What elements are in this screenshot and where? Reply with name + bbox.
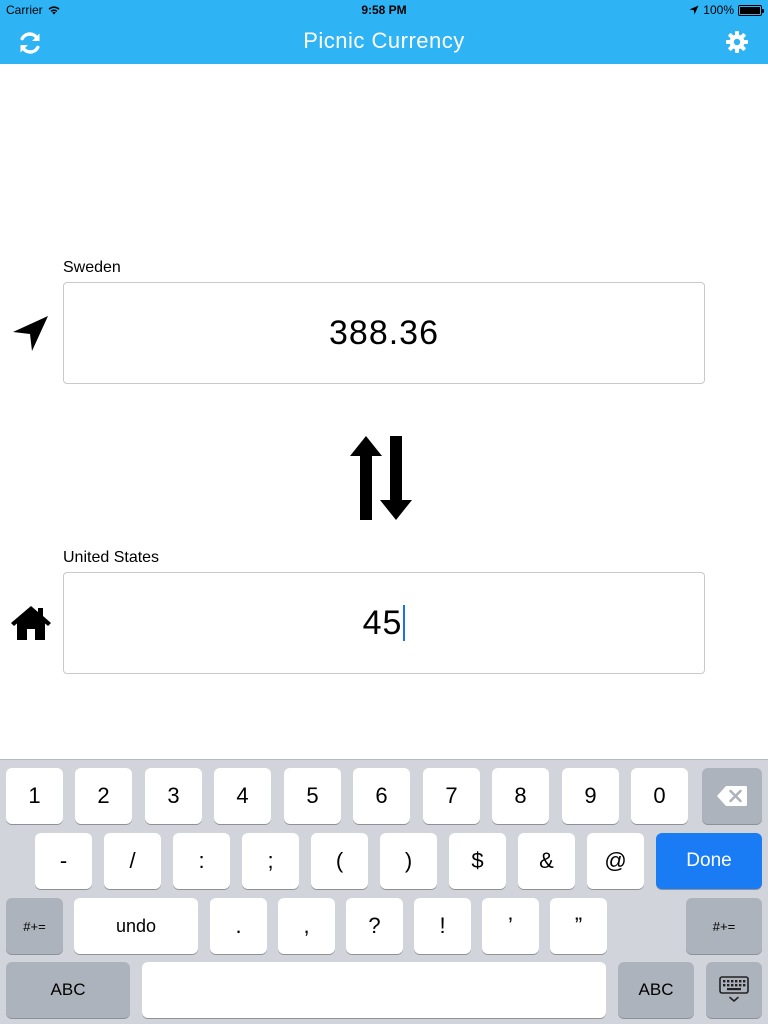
source-country-label: Sweden <box>63 259 121 276</box>
key-0[interactable]: 0 <box>631 768 688 824</box>
key-colon[interactable]: : <box>173 833 230 889</box>
abc-key-left[interactable]: ABC <box>6 962 130 1018</box>
key-apostrophe[interactable]: ’ <box>482 898 539 954</box>
key-semicolon[interactable]: ; <box>242 833 299 889</box>
source-amount-value: 388.36 <box>329 313 439 352</box>
key-exclamation[interactable]: ! <box>414 898 471 954</box>
status-right: 100% <box>689 3 764 17</box>
key-1[interactable]: 1 <box>6 768 63 824</box>
key-ampersand[interactable]: & <box>518 833 575 889</box>
settings-button[interactable] <box>725 30 751 56</box>
key-3[interactable]: 3 <box>145 768 202 824</box>
key-hyphen[interactable]: - <box>35 833 92 889</box>
swap-arrows-icon[interactable] <box>348 434 414 522</box>
undo-key[interactable]: undo <box>74 898 198 954</box>
location-services-icon <box>689 5 699 15</box>
backspace-icon <box>717 786 748 806</box>
key-2[interactable]: 2 <box>75 768 132 824</box>
key-quote[interactable]: ” <box>550 898 607 954</box>
key-question[interactable]: ? <box>346 898 403 954</box>
text-cursor <box>403 605 406 641</box>
key-4[interactable]: 4 <box>214 768 271 824</box>
target-country-label: United States <box>63 549 160 566</box>
key-5[interactable]: 5 <box>284 768 341 824</box>
status-time: 9:58 PM <box>361 3 407 17</box>
hide-keyboard-key[interactable] <box>706 962 762 1018</box>
source-amount-field[interactable]: 388.36 <box>63 282 705 384</box>
gear-icon <box>726 31 748 53</box>
battery-percent: 100% <box>703 3 734 17</box>
page-title: Picnic Currency <box>303 28 465 53</box>
key-more-symbols-right[interactable]: #+= <box>686 898 762 954</box>
status-bar: Carrier 9:58 PM 100% <box>0 0 768 20</box>
done-key[interactable]: Done <box>656 833 762 889</box>
key-period[interactable]: . <box>210 898 267 954</box>
key-6[interactable]: 6 <box>353 768 410 824</box>
key-dollar[interactable]: $ <box>449 833 506 889</box>
key-at[interactable]: @ <box>587 833 644 889</box>
key-open-paren[interactable]: ( <box>311 833 368 889</box>
keyboard-hide-icon <box>719 976 749 1002</box>
location-arrow-icon <box>13 316 48 351</box>
key-9[interactable]: 9 <box>562 768 619 824</box>
target-amount-value: 45 <box>362 603 403 642</box>
key-slash[interactable]: / <box>104 833 161 889</box>
key-8[interactable]: 8 <box>492 768 549 824</box>
backspace-key[interactable] <box>702 768 762 824</box>
abc-key-right[interactable]: ABC <box>618 962 694 1018</box>
battery-icon <box>738 4 764 16</box>
numeric-keyboard: 1 2 3 4 5 6 7 8 9 0 - / : ; ( ) $ & @ Do… <box>0 759 768 1024</box>
home-icon <box>11 606 51 640</box>
key-close-paren[interactable]: ) <box>380 833 437 889</box>
key-comma[interactable]: , <box>278 898 335 954</box>
target-amount-field[interactable]: 45 <box>63 572 705 674</box>
space-bar[interactable] <box>142 962 606 1018</box>
key-more-symbols-left[interactable]: #+= <box>6 898 63 954</box>
app-screen: Carrier 9:58 PM 100% Picnic Currency Swe… <box>0 0 768 1024</box>
navigation-bar: Carrier 9:58 PM 100% Picnic Currency <box>0 0 768 64</box>
key-7[interactable]: 7 <box>423 768 480 824</box>
